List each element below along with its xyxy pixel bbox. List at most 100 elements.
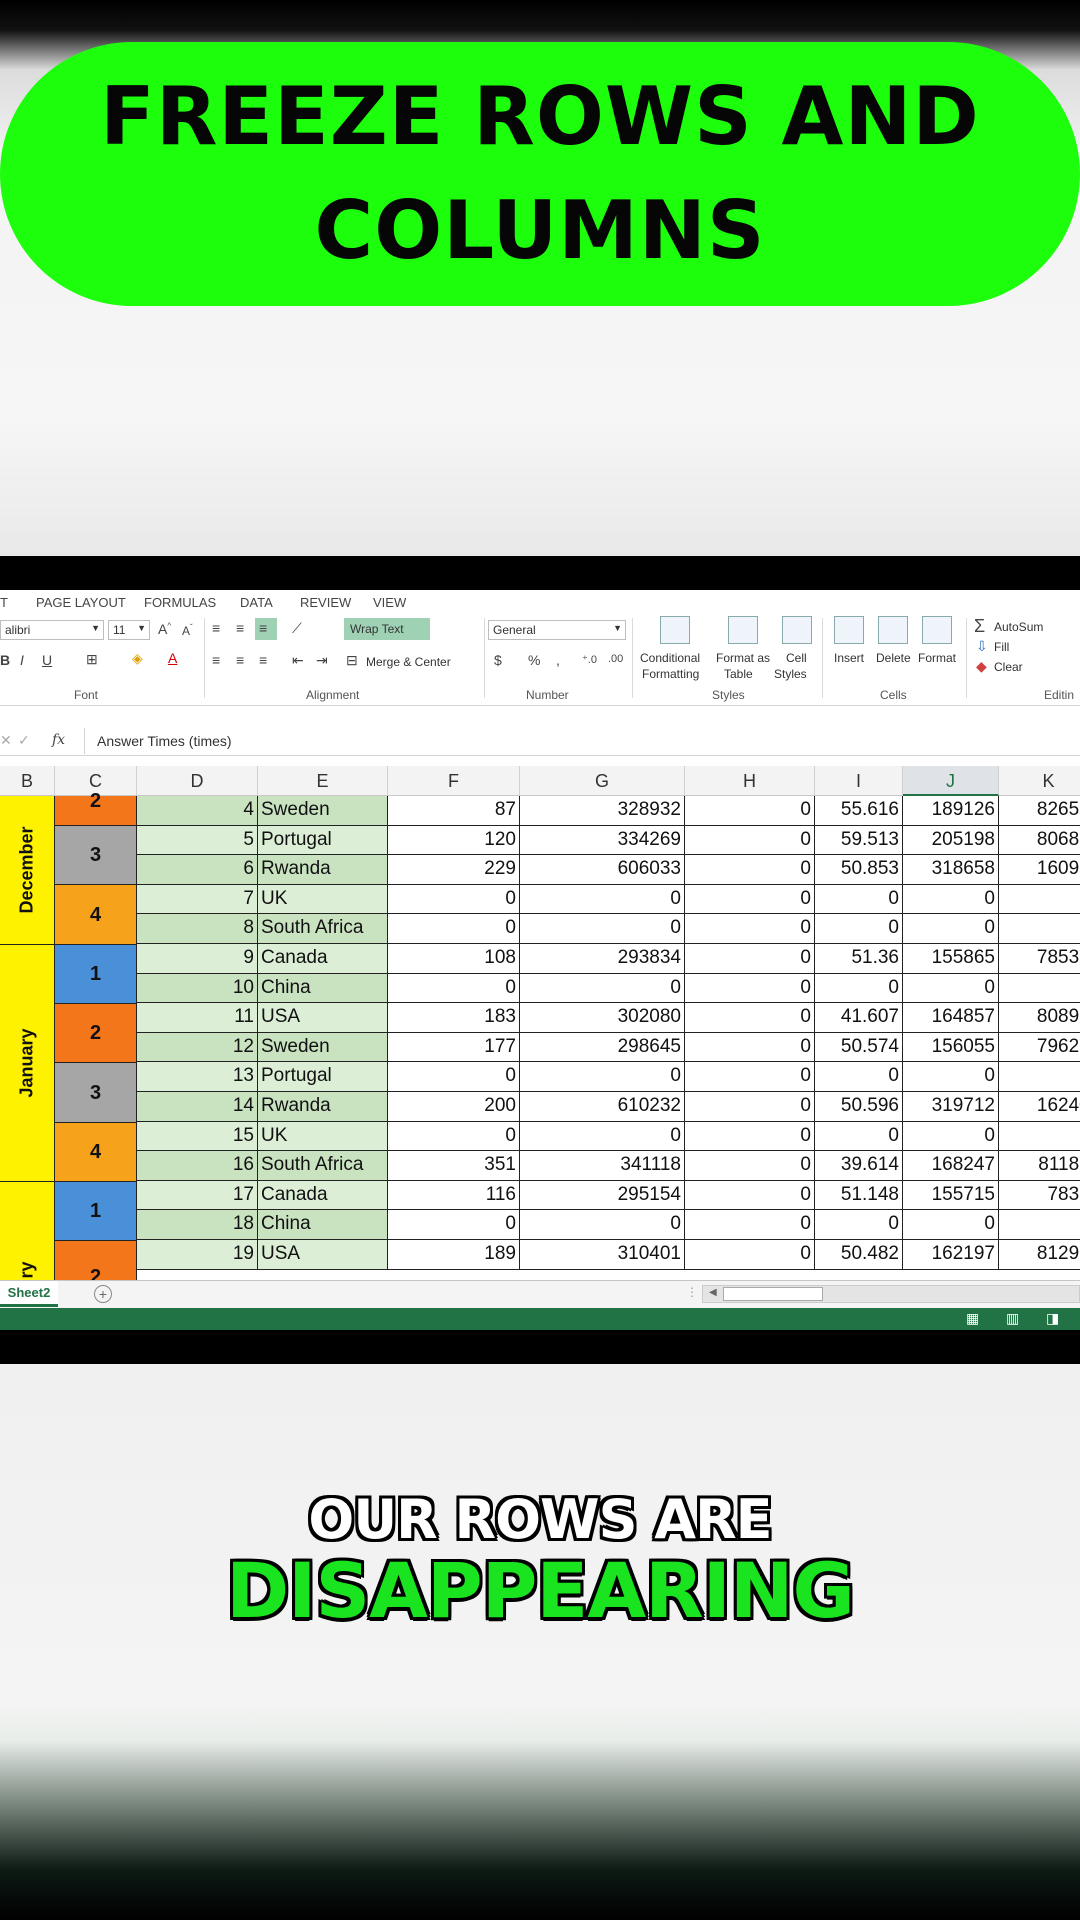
format-as-table-icon[interactable] (728, 616, 758, 644)
row-number-cell[interactable]: 10 (137, 973, 258, 1004)
tab-review[interactable]: REVIEW (300, 595, 351, 610)
cell-f[interactable]: 108 (388, 944, 520, 974)
cell-f[interactable]: 200 (388, 1092, 520, 1122)
fill-down-icon[interactable]: ⇩ (976, 638, 988, 655)
country-cell[interactable]: Rwanda (258, 1092, 388, 1122)
cell-h[interactable]: 0 (685, 1151, 815, 1181)
quarter-cell[interactable]: 4 (55, 885, 137, 945)
cell-i[interactable]: 39.614 (815, 1151, 903, 1181)
column-header-e[interactable]: E (258, 766, 388, 796)
borders-icon[interactable]: ⊞ (86, 651, 98, 668)
cell-h[interactable]: 0 (685, 914, 815, 944)
cell-i[interactable]: 0 (815, 973, 903, 1004)
row-number-cell[interactable]: 13 (137, 1062, 258, 1092)
row-number-cell[interactable]: 4 (137, 796, 258, 826)
align-left-icon[interactable]: ≡ (212, 652, 220, 668)
cell-f[interactable]: 0 (388, 1062, 520, 1092)
delete-cells-icon[interactable] (878, 616, 908, 644)
row-number-cell[interactable]: 18 (137, 1210, 258, 1240)
cell-k[interactable]: 7853.3 (999, 944, 1080, 974)
conditional-formatting-line1[interactable]: Conditional (640, 651, 700, 665)
country-cell[interactable]: South Africa (258, 914, 388, 944)
row-number-cell[interactable]: 16 (137, 1151, 258, 1181)
cell-k[interactable]: 0 (999, 1210, 1080, 1240)
column-header-f[interactable]: F (388, 766, 520, 796)
add-sheet-icon[interactable]: + (94, 1285, 112, 1303)
country-cell[interactable]: Portugal (258, 1062, 388, 1092)
italic-icon[interactable]: I (20, 652, 24, 668)
quarter-cell[interactable]: 3 (55, 826, 137, 885)
cell-g[interactable]: 293834 (520, 944, 685, 974)
cell-f[interactable]: 0 (388, 884, 520, 915)
cell-g[interactable]: 0 (520, 973, 685, 1004)
row-number-cell[interactable]: 17 (137, 1180, 258, 1211)
cell-styles-line2[interactable]: Styles (774, 667, 807, 681)
country-cell[interactable]: China (258, 1210, 388, 1240)
quarter-cell[interactable]: 2 (55, 1004, 137, 1063)
conditional-formatting-icon[interactable] (660, 616, 690, 644)
quarter-cell[interactable]: 4 (55, 1123, 137, 1182)
cell-h[interactable]: 0 (685, 1240, 815, 1270)
country-cell[interactable]: South Africa (258, 1151, 388, 1181)
month-cell-next[interactable]: ry (0, 1182, 55, 1292)
cell-k[interactable]: 7833. (999, 1181, 1080, 1211)
country-cell[interactable]: Portugal (258, 825, 388, 856)
orientation-icon[interactable]: ⟋ (292, 620, 302, 637)
cell-g[interactable]: 302080 (520, 1003, 685, 1033)
cell-h[interactable]: 0 (685, 855, 815, 885)
row-number-cell[interactable]: 11 (137, 1003, 258, 1033)
format-as-table-line1[interactable]: Format as (716, 651, 770, 665)
underline-icon[interactable]: U (42, 652, 52, 668)
insert-cells-icon[interactable] (834, 616, 864, 644)
shrink-font-icon[interactable]: Aˇ (182, 623, 193, 638)
comma-icon[interactable]: , (556, 652, 560, 668)
column-header-g[interactable]: G (520, 766, 685, 796)
bold-icon[interactable]: B (0, 652, 10, 668)
font-name-select[interactable]: alibri ▼ (0, 620, 104, 640)
cell-h[interactable]: 0 (685, 884, 815, 915)
cell-j[interactable]: 318658 (903, 855, 999, 885)
month-cell-january[interactable]: January (0, 945, 55, 1182)
cell-j[interactable]: 0 (903, 973, 999, 1004)
cell-f[interactable]: 183 (388, 1003, 520, 1033)
clear-button[interactable]: Clear (994, 660, 1023, 674)
cell-f[interactable]: 177 (388, 1032, 520, 1063)
horizontal-scrollbar[interactable]: ◀ (702, 1285, 1080, 1303)
cell-i[interactable]: 41.607 (815, 1003, 903, 1033)
cell-f[interactable]: 87 (388, 796, 520, 826)
cell-k[interactable]: 16096. (999, 855, 1080, 885)
cell-i[interactable]: 50.853 (815, 855, 903, 885)
country-cell[interactable]: Sweden (258, 1032, 388, 1063)
cell-k[interactable]: 0 (999, 1122, 1080, 1152)
align-right-icon[interactable]: ≡ (259, 652, 267, 668)
cell-j[interactable]: 0 (903, 884, 999, 915)
cell-j[interactable]: 0 (903, 1062, 999, 1092)
format-button[interactable]: Format (918, 651, 956, 665)
cell-k[interactable]: 16240. (999, 1092, 1080, 1122)
column-header-b[interactable]: B (0, 766, 55, 796)
cell-g[interactable]: 334269 (520, 825, 685, 856)
autosum-button[interactable]: AutoSum (994, 620, 1043, 634)
tab-formulas[interactable]: FORMULAS (144, 595, 216, 610)
currency-icon[interactable]: $ (494, 652, 502, 668)
column-header-j[interactable]: J (903, 766, 999, 796)
cell-j[interactable]: 156055 (903, 1032, 999, 1063)
cell-h[interactable]: 0 (685, 825, 815, 856)
align-center-icon[interactable]: ≡ (236, 652, 244, 668)
fill-color-icon[interactable]: ◈ (132, 650, 143, 667)
delete-button[interactable]: Delete (876, 651, 911, 665)
cell-j[interactable]: 189126 (903, 796, 999, 826)
column-header-d[interactable]: D (137, 766, 258, 796)
quarter-cell[interactable]: 1 (55, 1182, 137, 1241)
insert-button[interactable]: Insert (834, 651, 864, 665)
increase-decimal-icon[interactable]: ⁺.0 (582, 653, 597, 666)
cell-h[interactable]: 0 (685, 1180, 815, 1211)
cell-i[interactable]: 0 (815, 884, 903, 915)
column-header-k[interactable]: K (999, 766, 1080, 796)
font-size-select[interactable]: 11 ▼ (108, 620, 150, 640)
normal-view-icon[interactable]: ▦ (966, 1310, 979, 1327)
country-cell[interactable]: Sweden (258, 796, 388, 826)
cell-h[interactable]: 0 (685, 944, 815, 974)
cell-g[interactable]: 298645 (520, 1032, 685, 1063)
cell-g[interactable]: 341118 (520, 1151, 685, 1181)
